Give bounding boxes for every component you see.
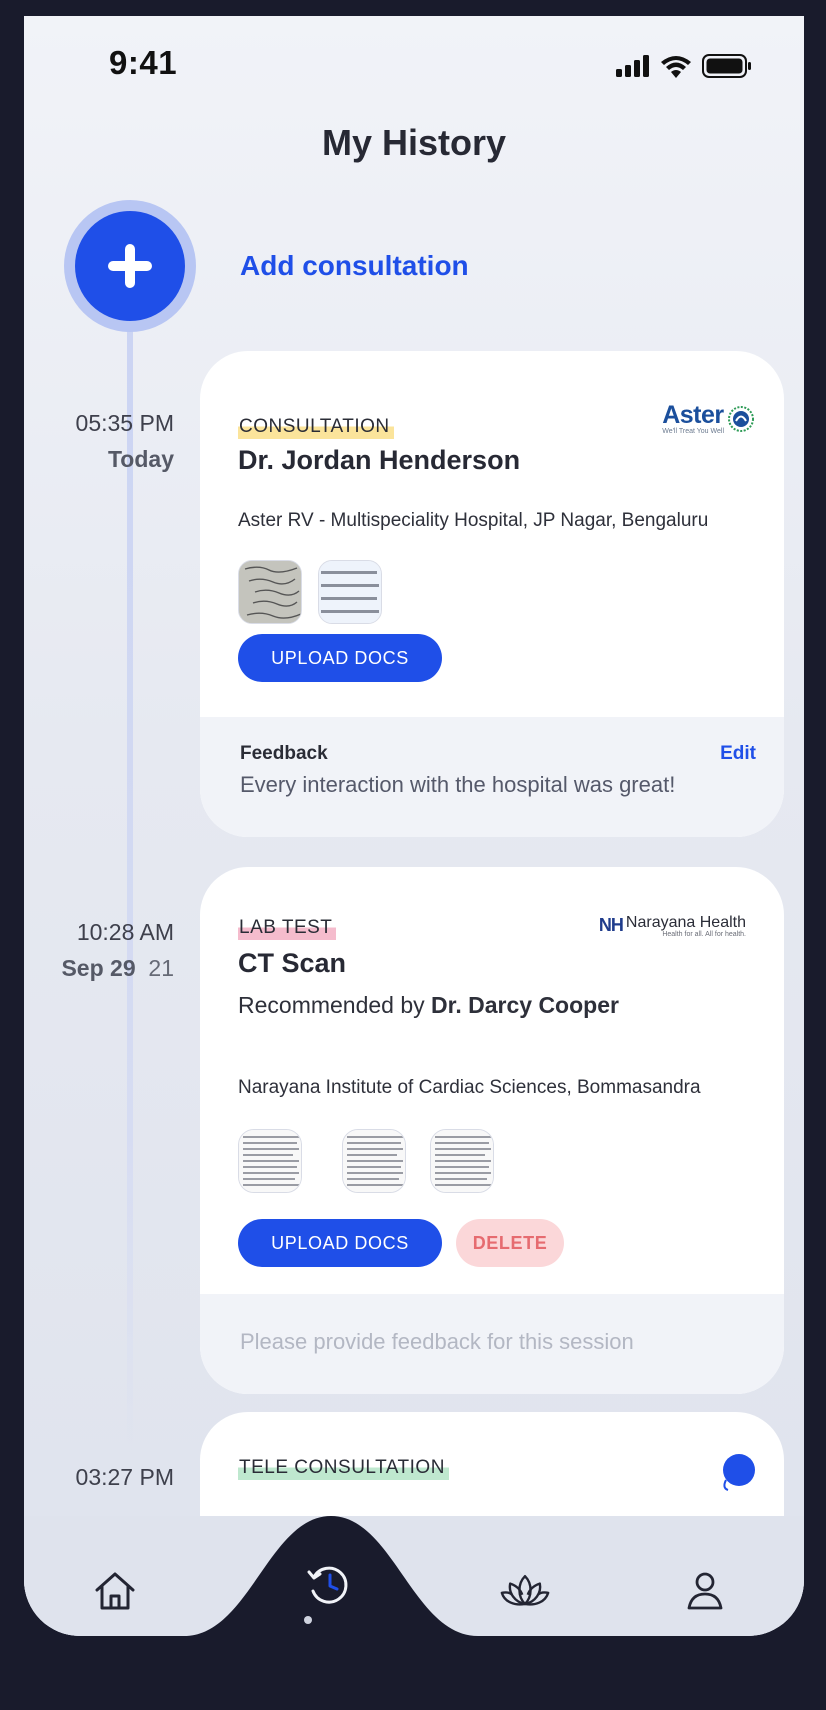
handwritten-note-image (239, 561, 301, 623)
status-time: 9:41 (109, 44, 178, 81)
lotus-icon (500, 1574, 550, 1606)
feedback-text: Every interaction with the hospital was … (240, 772, 676, 797)
nav-profile[interactable] (680, 1566, 730, 1616)
status-icons (616, 54, 752, 78)
report-document-image (431, 1130, 493, 1192)
timeline-line (127, 316, 133, 1476)
add-consultation-button[interactable] (75, 211, 185, 321)
provider-logo-icon (723, 1454, 755, 1491)
aster-logo: Aster We'll Treat You Well (662, 403, 754, 435)
hospital-name: Narayana Institute of Cardiac Sciences, … (238, 1077, 701, 1098)
battery-icon (702, 54, 751, 78)
consultation-card[interactable]: CONSULTATION Aster We'll Treat You Well … (200, 351, 784, 837)
document-thumbnail[interactable] (430, 1129, 494, 1193)
entry-date: Today (108, 446, 174, 473)
entry-date-day: Sep 29 (61, 955, 136, 981)
narayana-health-logo-name: Narayana Health (625, 914, 746, 931)
page-title: My History (321, 122, 507, 163)
entry-date-year: 21 (148, 955, 174, 981)
hospital-name: Aster RV - Multispeciality Hospital, JP … (238, 510, 709, 531)
narayana-health-logo: NH Narayana Health Health for all. All f… (598, 914, 746, 939)
tag-consultation: CONSULTATION (238, 416, 394, 439)
profile-icon (687, 1572, 723, 1610)
entry-time: 03:27 PM (75, 1464, 174, 1490)
nav-wellness[interactable] (500, 1566, 550, 1616)
narayana-health-logo-mark: NH (598, 915, 624, 935)
aster-logo-tagline: We'll Treat You Well (662, 428, 724, 435)
tag-lab-test: LAB TEST (238, 917, 337, 940)
entry-date-label: Today (107, 446, 174, 472)
upload-docs-button[interactable]: UPLOAD DOCS (238, 634, 442, 682)
tele-consultation-card[interactable]: TELE CONSULTATION (200, 1412, 784, 1516)
document-thumbnail[interactable] (342, 1129, 406, 1193)
report-document-image (343, 1130, 405, 1192)
document-thumbnail[interactable] (238, 560, 302, 624)
feedback-label: Feedback (240, 743, 328, 764)
report-document-image (239, 1130, 301, 1192)
signal-icon (616, 55, 649, 77)
add-consultation-link[interactable]: Add consultation (240, 250, 469, 282)
edit-feedback-button[interactable]: Edit (720, 743, 756, 765)
nav-history[interactable] (304, 1560, 354, 1610)
narayana-health-logo-tagline: Health for all. All for health. (662, 931, 746, 938)
history-icon (307, 1566, 348, 1604)
entry-time: 05:35 PM (75, 410, 174, 436)
letter-document-image (319, 561, 381, 623)
feedback-placeholder[interactable]: Please provide feedback for this session (240, 1329, 634, 1355)
delete-button[interactable]: DELETE (456, 1219, 564, 1267)
test-name: CT Scan (238, 948, 347, 978)
entry-time: 10:28 AM (76, 919, 174, 945)
recommended-doctor: Dr. Darcy Cooper (431, 992, 619, 1018)
lab-test-card[interactable]: LAB TEST NH Narayana Health Health for a… (200, 867, 784, 1394)
doctor-name: Dr. Jordan Henderson (238, 445, 521, 475)
screen: 9:41 My History Add consultation 05:35 P… (24, 16, 804, 1636)
aster-emblem-icon (728, 406, 754, 432)
home-icon (95, 1572, 135, 1610)
tag-tele-consultation: TELE CONSULTATION (238, 1457, 449, 1480)
nav-home[interactable] (90, 1566, 140, 1616)
feedback-section[interactable]: Please provide feedback for this session (200, 1294, 784, 1394)
active-tab-indicator (304, 1616, 312, 1624)
plus-icon (108, 244, 152, 288)
document-thumbnail[interactable] (318, 560, 382, 624)
aster-logo-name: Aster (662, 401, 724, 429)
bottom-nav (24, 1516, 804, 1636)
recommended-by: Recommended by Dr. Darcy Cooper (238, 992, 619, 1019)
upload-docs-button[interactable]: UPLOAD DOCS (238, 1219, 442, 1267)
wifi-icon (661, 55, 691, 78)
recommended-prefix: Recommended by (238, 992, 425, 1018)
entry-date: Sep 29 21 (61, 955, 174, 982)
feedback-section: Feedback Edit Every interaction with the… (200, 717, 784, 837)
document-thumbnail[interactable] (238, 1129, 302, 1193)
